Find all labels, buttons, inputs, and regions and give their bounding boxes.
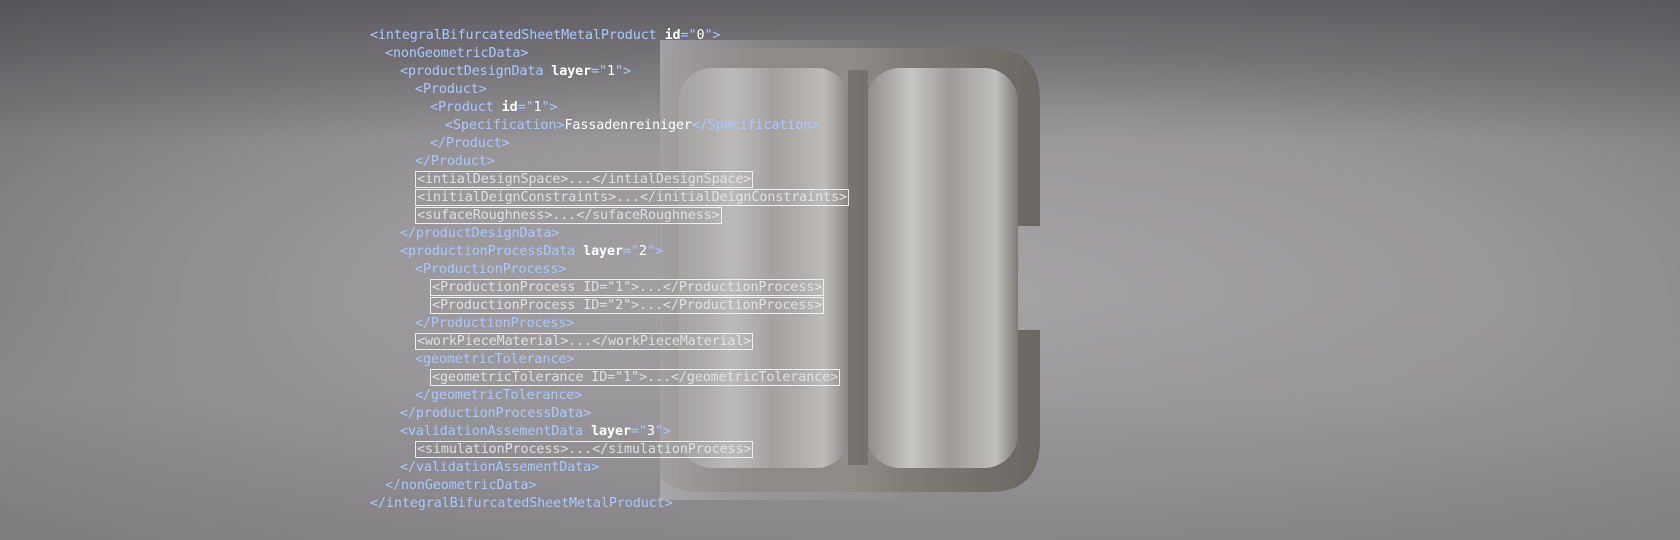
xml-collapsed-element: <ProductionProcess ID="2">...</Productio…: [430, 297, 825, 315]
xml-txt-token: Fassadenreiniger: [564, 118, 692, 133]
xml-structure-overlay: <integralBifurcatedSheetMetalProduct id=…: [0, 0, 1680, 540]
xml-line: <productionProcessData layer="2">: [400, 243, 663, 261]
xml-val-token: 1: [607, 64, 615, 79]
xml-tag-token: <ProductionProcess>: [415, 262, 567, 277]
xml-val-token: 3: [646, 424, 655, 439]
xml-attr-token: id: [664, 28, 681, 43]
xml-line: </Product>: [415, 153, 495, 171]
xml-line: <integralBifurcatedSheetMetalProduct id=…: [370, 27, 720, 45]
xml-collapsed-element: <initialDeignConstraints>...</initialDei…: [415, 189, 849, 207]
xml-line: <validationAssementData layer="3">: [400, 423, 671, 441]
xml-tag-token: <validationAssementData: [400, 424, 592, 439]
xml-line: <Product>: [415, 81, 487, 99]
xml-tag-token: =": [630, 424, 647, 439]
xml-tag-token: ">: [646, 244, 663, 259]
xml-tag-token: </validationAssementData>: [400, 460, 600, 475]
xml-attr-token: layer: [591, 424, 631, 439]
xml-attr-token: layer: [551, 64, 592, 79]
xml-tag-token: </ProductionProcess>: [415, 316, 575, 331]
xml-line: </productionProcessData>: [400, 405, 591, 423]
xml-tag-token: <productionProcessData: [400, 244, 584, 259]
xml-tag-token: =": [517, 100, 534, 115]
xml-collapsed-element: <ProductionProcess ID="1">...</Productio…: [430, 279, 825, 297]
xml-line: <nonGeometricData>: [385, 45, 528, 63]
xml-tag-token: <Product: [430, 100, 502, 115]
xml-line: <Product id="1">: [430, 99, 558, 117]
xml-tag-token: =": [680, 28, 697, 43]
xml-tag-token: </productionProcessData>: [400, 406, 592, 421]
xml-tag-token: ">: [704, 28, 721, 43]
xml-tag-token: <productDesignData: [400, 64, 552, 79]
xml-tag-token: <Product>: [415, 82, 487, 97]
xml-box-token: <ProductionProcess ID="2">...</Productio…: [430, 297, 825, 314]
xml-box-token: <intialDesignSpace>...</intialDesignSpac…: [415, 171, 754, 188]
xml-box-token: <simulationProcess>...</simulationProces…: [415, 441, 754, 458]
xml-line: </validationAssementData>: [400, 459, 599, 477]
xml-line: </ProductionProcess>: [415, 315, 574, 333]
xml-tag-token: <nonGeometricData>: [385, 46, 529, 61]
xml-tag-token: <Specification>: [445, 118, 565, 133]
xml-val-token: 1: [533, 100, 542, 115]
xml-tag-token: ">: [541, 100, 558, 115]
xml-attr-token: layer: [583, 244, 623, 259]
xml-line: </Product>: [430, 135, 510, 153]
xml-tag-token: ">: [654, 424, 671, 439]
xml-tag-token: </Product>: [430, 136, 510, 151]
xml-box-token: <sufaceRoughness>...</sufaceRoughness>: [415, 207, 722, 224]
xml-tag-token: =": [591, 64, 608, 79]
xml-line: </integralBifurcatedSheetMetalProduct>: [370, 495, 673, 513]
xml-tag-token: =": [622, 244, 639, 259]
xml-line: <Specification>Fassadenreiniger</Specifi…: [445, 117, 819, 135]
xml-tag-token: </Specification>: [691, 118, 820, 133]
xml-collapsed-element: <geometricTolerance ID="1">...</geometri…: [430, 369, 841, 387]
xml-attr-token: id: [501, 100, 518, 115]
xml-line: </geometricTolerance>: [415, 387, 582, 405]
xml-collapsed-element: <simulationProcess>...</simulationProces…: [415, 441, 754, 459]
xml-line: </nonGeometricData>: [385, 477, 536, 495]
xml-box-token: <ProductionProcess ID="1">...</Productio…: [430, 279, 825, 296]
xml-collapsed-element: <intialDesignSpace>...</intialDesignSpac…: [415, 171, 754, 189]
xml-collapsed-element: <workPieceMaterial>...</workPieceMateria…: [415, 333, 754, 351]
xml-tag-token: <geometricTolerance>: [415, 352, 575, 367]
xml-box-token: <geometricTolerance ID="1">...</geometri…: [430, 369, 841, 386]
xml-box-token: <workPieceMaterial>...</workPieceMateria…: [415, 333, 754, 350]
xml-line: <ProductionProcess>: [415, 261, 566, 279]
xml-tag-token: </integralBifurcatedSheetMetalProduct>: [370, 496, 673, 511]
xml-tag-token: </nonGeometricData>: [385, 478, 537, 493]
xml-line: <geometricTolerance>: [415, 351, 574, 369]
xml-tag-token: </productDesignData>: [400, 226, 560, 241]
xml-line: <productDesignData layer="1">: [400, 63, 631, 81]
xml-line: </productDesignData>: [400, 225, 559, 243]
xml-tag-token: </Product>: [415, 154, 495, 169]
xml-val-token: 2: [638, 244, 647, 259]
xml-tag-token: </geometricTolerance>: [415, 388, 583, 403]
xml-box-token: <initialDeignConstraints>...</initialDei…: [415, 189, 849, 206]
xml-tag-token: <integralBifurcatedSheetMetalProduct: [370, 28, 665, 43]
xml-collapsed-element: <sufaceRoughness>...</sufaceRoughness>: [415, 207, 722, 225]
xml-tag-token: ">: [615, 64, 631, 79]
